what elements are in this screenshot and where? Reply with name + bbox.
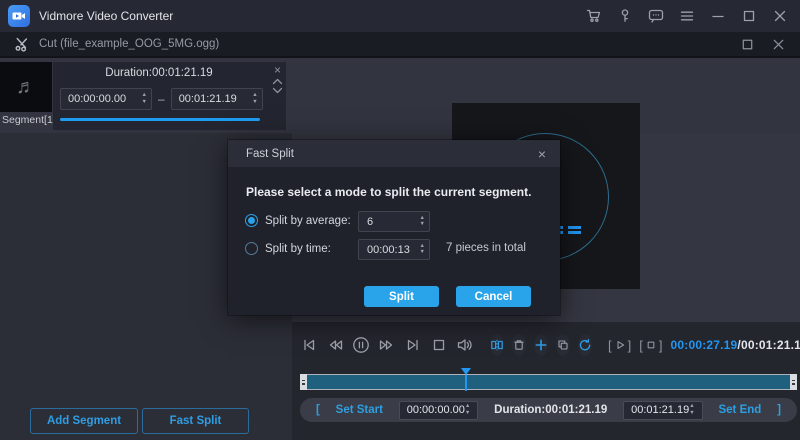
spinner-down-icon[interactable]: ▼: [465, 411, 470, 417]
spinner-up-icon[interactable]: ▲: [465, 404, 470, 410]
stop-icon[interactable]: [430, 336, 448, 354]
player-controls: [ ] [ ] 00:00:27.19/00:01:21.19: [300, 333, 797, 357]
cut-close-icon[interactable]: [771, 37, 786, 52]
total-time: 00:01:21.19: [741, 338, 800, 352]
spinner-down-icon[interactable]: ▼: [142, 100, 147, 106]
trim-start-input[interactable]: 00:00:00.00 ▲ ▼: [399, 401, 479, 420]
scissors-icon: [14, 36, 30, 52]
split-by-average-radio[interactable]: [245, 214, 258, 227]
trim-start-handle[interactable]: [300, 374, 307, 390]
segment-thumbnail[interactable]: ♬: [0, 62, 52, 112]
trim-duration: Duration:00:01:21.19: [494, 404, 607, 416]
fast-split-titlebar: Fast Split ×: [228, 140, 560, 167]
skip-start-icon[interactable]: [300, 336, 318, 354]
volume-icon[interactable]: [456, 336, 474, 354]
app-window: Vidmore Video Converter: [0, 0, 800, 440]
close-bracket: ]: [777, 404, 781, 416]
spinner-up-icon[interactable]: ▲: [689, 404, 694, 410]
fast-split-dialog: Fast Split × Please select a mode to spl…: [228, 140, 560, 315]
chevron-down-icon[interactable]: [272, 87, 283, 94]
time-display: 00:00:27.19/00:01:21.19: [671, 338, 800, 352]
titlebar: Vidmore Video Converter: [0, 0, 800, 32]
cut-maximize-icon[interactable]: [740, 37, 755, 52]
open-bracket: [: [316, 404, 320, 416]
spinner-up-icon[interactable]: ▲: [142, 93, 147, 99]
trim-end-handle[interactable]: [790, 374, 797, 390]
close-icon[interactable]: [772, 8, 788, 24]
skip-end-icon[interactable]: [404, 336, 422, 354]
segment-start-input[interactable]: 00:00:00.00 ▲ ▼: [60, 88, 152, 110]
spinner-down-icon[interactable]: ▼: [689, 411, 694, 417]
spinner-down-icon[interactable]: ▼: [420, 222, 425, 228]
timeline-track[interactable]: [300, 374, 797, 390]
copy-segment-button[interactable]: [556, 334, 570, 356]
range-dash: –: [158, 92, 165, 106]
chevron-up-icon[interactable]: [272, 78, 283, 85]
split-segment-button[interactable]: [490, 334, 504, 356]
split-button[interactable]: Split: [364, 286, 439, 307]
menu-icon[interactable]: [679, 8, 695, 24]
spinner-down-icon[interactable]: ▼: [252, 100, 257, 106]
cancel-button[interactable]: Cancel: [456, 286, 531, 307]
pieces-total-note: 7 pieces in total: [446, 242, 526, 254]
split-average-stepper[interactable]: ▲ ▼: [420, 216, 429, 228]
segment-start-stepper[interactable]: ▲ ▼: [142, 93, 151, 105]
segment-editor-card: Duration:00:01:21.19 00:00:00.00 ▲ ▼ – 0…: [53, 62, 286, 130]
reset-button[interactable]: [578, 334, 592, 356]
app-logo-icon: [8, 5, 30, 27]
add-segment-button[interactable]: Add Segment: [30, 408, 138, 434]
app-title: Vidmore Video Converter: [39, 9, 173, 23]
split-average-input[interactable]: 6 ▲ ▼: [358, 211, 430, 232]
segment-duration: Duration:00:01:21.19: [53, 67, 265, 79]
split-by-average-label[interactable]: Split by average:: [265, 215, 351, 227]
cart-icon[interactable]: [586, 8, 602, 24]
equalizer-icon: [568, 226, 581, 236]
trim-bar: [ Set Start 00:00:00.00 ▲ ▼ Duration:00:…: [300, 398, 797, 422]
playhead-marker-icon: [461, 368, 471, 375]
trim-start-stepper[interactable]: ▲ ▼: [465, 404, 474, 416]
segment-end-input[interactable]: 00:01:21.19 ▲ ▼: [171, 88, 263, 110]
stop-clip-button[interactable]: [ ]: [639, 338, 662, 353]
segment-delete-icon[interactable]: ×: [274, 64, 281, 76]
spinner-down-icon[interactable]: ▼: [420, 250, 425, 256]
segment-end-stepper[interactable]: ▲ ▼: [252, 93, 261, 105]
segment-label: Segment[1]: [2, 114, 56, 126]
trim-end-input[interactable]: 00:01:21.19 ▲ ▼: [623, 401, 703, 420]
frame-back-icon[interactable]: [326, 336, 344, 354]
spinner-up-icon[interactable]: ▲: [252, 93, 257, 99]
key-register-icon[interactable]: [617, 8, 633, 24]
trim-end-stepper[interactable]: ▲ ▼: [689, 404, 698, 416]
fast-split-title: Fast Split: [246, 148, 294, 160]
playhead[interactable]: [461, 368, 471, 391]
timeline[interactable]: [300, 368, 797, 392]
cut-window-title: Cut (file_example_OOG_5MG.ogg): [39, 38, 219, 50]
split-by-time-label[interactable]: Split by time:: [265, 243, 331, 255]
fast-split-close-icon[interactable]: ×: [538, 146, 546, 162]
fast-split-button[interactable]: Fast Split: [142, 408, 249, 434]
play-clip-button[interactable]: [ ]: [608, 338, 631, 353]
cut-window-titlebar: Cut (file_example_OOG_5MG.ogg): [0, 32, 800, 58]
pause-icon[interactable]: [352, 336, 370, 354]
add-segment-circle-button[interactable]: [534, 334, 548, 356]
split-time-stepper[interactable]: ▲ ▼: [420, 244, 429, 256]
split-time-input[interactable]: 00:00:13 ▲ ▼: [358, 239, 430, 260]
split-by-time-radio[interactable]: [245, 242, 258, 255]
segment-range-bar: [60, 118, 260, 121]
feedback-icon[interactable]: [648, 8, 664, 24]
fast-split-message: Please select a mode to split the curren…: [246, 185, 531, 199]
current-time: 00:00:27.19: [671, 338, 738, 352]
delete-segment-button[interactable]: [512, 334, 526, 356]
maximize-icon[interactable]: [741, 8, 757, 24]
music-note-icon: ♬: [16, 76, 36, 99]
minimize-icon[interactable]: [710, 8, 726, 24]
frame-forward-icon[interactable]: [378, 336, 396, 354]
set-start-button[interactable]: Set Start: [336, 404, 383, 416]
set-end-button[interactable]: Set End: [718, 404, 761, 416]
